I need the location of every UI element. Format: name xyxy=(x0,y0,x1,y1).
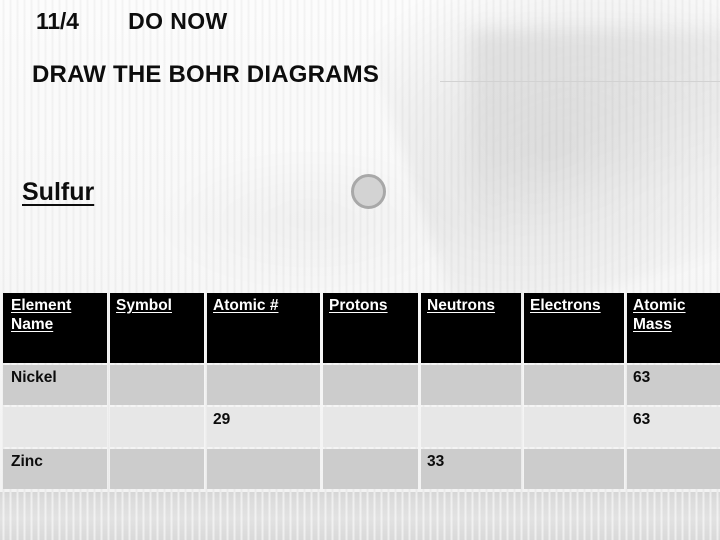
cell-electrons[interactable] xyxy=(524,449,624,489)
header-date: 11/4 xyxy=(36,8,79,34)
cell-symbol[interactable] xyxy=(110,365,204,405)
cell-protons[interactable] xyxy=(323,407,418,447)
column-header-electrons: Electrons xyxy=(524,293,624,363)
bottom-decorative-band xyxy=(0,492,720,540)
cell-element-name[interactable] xyxy=(3,407,107,447)
column-header-symbol: Symbol xyxy=(110,293,204,363)
header-instruction: DRAW THE BOHR DIAGRAMS xyxy=(32,61,380,88)
column-header-atomic-number: Atomic # xyxy=(207,293,320,363)
table-header: Element Name Symbol Atomic # Protons Neu… xyxy=(3,293,720,363)
cell-neutrons[interactable] xyxy=(421,407,521,447)
cell-protons[interactable] xyxy=(323,365,418,405)
column-header-neutrons: Neutrons xyxy=(421,293,521,363)
cell-atomic-mass[interactable] xyxy=(627,449,720,489)
circle-outline-icon xyxy=(351,174,386,209)
cell-neutrons[interactable] xyxy=(421,365,521,405)
header-line-one: 11/4 DO NOW xyxy=(36,8,228,35)
table-row: Nickel 63 xyxy=(3,365,720,405)
cell-atomic-mass[interactable]: 63 xyxy=(627,365,720,405)
column-header-element-name: Element Name xyxy=(3,293,107,363)
slide-canvas: 11/4 DO NOW DRAW THE BOHR DIAGRAMS Sulfu… xyxy=(0,0,720,540)
cell-element-name[interactable]: Zinc xyxy=(3,449,107,489)
cell-symbol[interactable] xyxy=(110,449,204,489)
diagram-element-label: Sulfur xyxy=(22,178,95,206)
element-data-table: Element Name Symbol Atomic # Protons Neu… xyxy=(0,291,720,491)
column-header-atomic-mass: Atomic Mass xyxy=(627,293,720,363)
cell-element-name[interactable]: Nickel xyxy=(3,365,107,405)
element-data-table-wrapper: Element Name Symbol Atomic # Protons Neu… xyxy=(0,291,720,491)
cell-atomic-number[interactable] xyxy=(207,449,320,489)
cell-electrons[interactable] xyxy=(524,407,624,447)
cell-atomic-mass[interactable]: 63 xyxy=(627,407,720,447)
cell-protons[interactable] xyxy=(323,449,418,489)
cell-electrons[interactable] xyxy=(524,365,624,405)
header-do-now-label: DO NOW xyxy=(128,8,228,34)
header-divider-rule xyxy=(440,81,720,82)
background-shadow-secondary xyxy=(470,30,720,250)
table-header-row: Element Name Symbol Atomic # Protons Neu… xyxy=(3,293,720,363)
cell-neutrons[interactable]: 33 xyxy=(421,449,521,489)
table-row: Zinc 33 xyxy=(3,449,720,489)
background-shadow-center xyxy=(150,150,470,290)
column-header-protons: Protons xyxy=(323,293,418,363)
table-row: 29 63 xyxy=(3,407,720,447)
cell-atomic-number[interactable]: 29 xyxy=(207,407,320,447)
cell-atomic-number[interactable] xyxy=(207,365,320,405)
cell-symbol[interactable] xyxy=(110,407,204,447)
table-body: Nickel 63 29 63 Zinc 33 xyxy=(3,365,720,489)
